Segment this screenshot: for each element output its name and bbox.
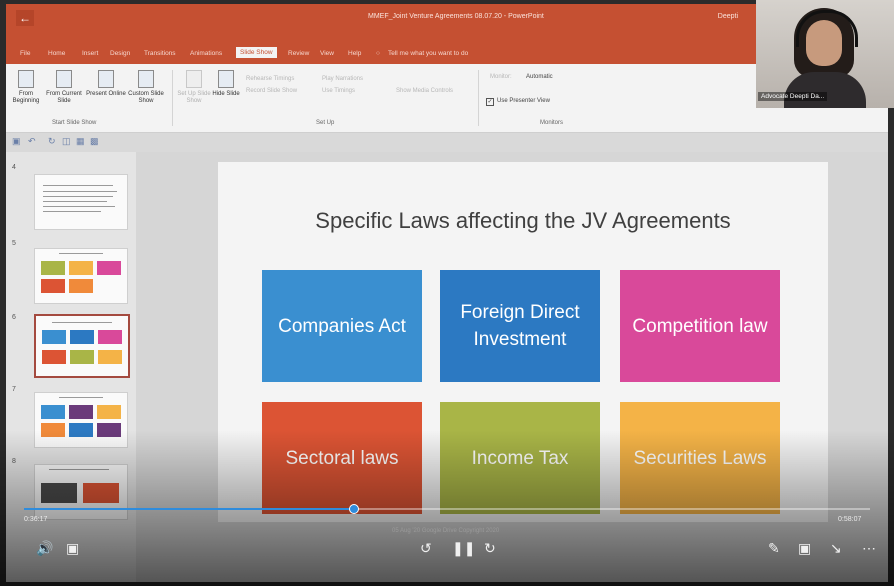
back-arrow-icon[interactable]: ← (16, 10, 34, 26)
tell-me-search[interactable]: Tell me what you want to do (388, 50, 468, 57)
format-icon[interactable]: ▦ (76, 136, 85, 147)
present-online-icon (98, 70, 114, 88)
monitor-label: Monitor: (490, 74, 512, 80)
hide-slide-button[interactable]: Hide Slide (206, 70, 246, 98)
slideshow-icon (56, 70, 72, 88)
tab-file[interactable]: File (20, 50, 30, 57)
volume-icon[interactable]: 🔊 (36, 540, 53, 556)
pause-icon[interactable]: ❚❚ (452, 540, 475, 556)
tab-slide-show[interactable]: Slide Show (236, 47, 277, 58)
box-companies-act: Companies Act (262, 270, 422, 382)
from-beginning-button[interactable]: From Beginning (6, 70, 46, 105)
checkmark-icon: ✓ (486, 98, 494, 106)
tab-insert[interactable]: Insert (82, 50, 98, 57)
slide-number: 7 (12, 386, 16, 393)
custom-slide-show-button[interactable]: Custom Slide Show (126, 70, 166, 105)
setup-icon (186, 70, 202, 88)
hide-slide-icon (218, 70, 234, 88)
present-online-button[interactable]: Present Online (86, 70, 126, 98)
record-slide-show-button[interactable]: Record Slide Show (246, 88, 297, 94)
document-title: MMEF_Joint Venture Agreements 08.07.20 -… (368, 13, 544, 20)
redo-icon[interactable]: ↻ (48, 136, 56, 147)
seek-bar[interactable] (24, 504, 870, 514)
rehearse-timings-button[interactable]: Rehearse Timings (246, 76, 294, 82)
play-narrations-checkbox[interactable]: Play Narrations (322, 76, 363, 82)
start-from-beginning-icon[interactable]: ◫ (62, 136, 71, 147)
lightbulb-icon: ○ (376, 50, 380, 57)
total-time: 0:58:07 (838, 516, 862, 523)
more-options-icon[interactable]: ⋯ (862, 540, 876, 556)
box-competition-law: Competition law (620, 270, 780, 382)
pencil-icon[interactable]: ✎ (768, 540, 780, 556)
captions-icon[interactable]: ▣ (66, 540, 79, 556)
rewind-10-icon[interactable]: ↺ (420, 540, 432, 556)
tab-animations[interactable]: Animations (190, 50, 222, 57)
forward-10-icon[interactable]: ↻ (484, 540, 496, 556)
box-foreign-direct-investment: Foreign Direct Investment (440, 270, 600, 382)
slide-number: 5 (12, 240, 16, 247)
slide-number: 4 (12, 164, 16, 171)
tab-view[interactable]: View (320, 50, 334, 57)
divider (172, 70, 173, 126)
slide-thumbnail[interactable] (34, 174, 128, 230)
slide-thumbnail[interactable] (34, 248, 128, 304)
slide-thumbnail-selected[interactable] (34, 314, 130, 378)
quick-access-toolbar: ▣ ↶ ↻ ◫ ▦ ▩ (6, 132, 266, 152)
slide-title: Specific Laws affecting the JV Agreement… (315, 208, 731, 233)
footer-caption: 05 Aug '20 Google Drive Copyright 2020 (392, 528, 500, 534)
from-current-slide-button[interactable]: From Current Slide (44, 70, 84, 105)
participant-name: Advocate Deepti Da... (758, 92, 828, 101)
seek-handle[interactable] (348, 504, 359, 514)
elapsed-time: 0:36:17 (24, 516, 48, 523)
save-icon[interactable]: ▣ (12, 136, 21, 147)
exit-fullscreen-icon[interactable]: ↘ (830, 540, 842, 556)
customize-icon[interactable]: ▩ (90, 136, 99, 147)
webcam-video: Advocate Deepti Da... (756, 0, 894, 108)
group-label-setup: Set Up (316, 120, 335, 126)
user-name[interactable]: Deepti (718, 13, 738, 20)
tab-transitions[interactable]: Transitions (144, 50, 176, 57)
monitor-select[interactable]: Automatic (526, 74, 553, 80)
group-label-monitors: Monitors (540, 120, 564, 126)
tab-design[interactable]: Design (110, 50, 130, 57)
tab-help[interactable]: Help (348, 50, 361, 57)
divider (478, 70, 479, 126)
use-timings-checkbox[interactable]: Use Timings (322, 88, 355, 94)
slideshow-icon (18, 70, 34, 88)
use-presenter-view-checkbox[interactable]: ✓ Use Presenter View (486, 98, 550, 106)
slide-number: 6 (12, 314, 16, 321)
picture-in-picture-icon[interactable]: ▣ (798, 540, 811, 556)
group-label-start: Start Slide Show (52, 120, 97, 126)
seek-progress (24, 508, 354, 510)
tab-review[interactable]: Review (288, 50, 309, 57)
tab-home[interactable]: Home (48, 50, 65, 57)
custom-show-icon (138, 70, 154, 88)
show-media-controls-checkbox[interactable]: Show Media Controls (396, 88, 453, 94)
undo-icon[interactable]: ↶ (28, 136, 36, 147)
